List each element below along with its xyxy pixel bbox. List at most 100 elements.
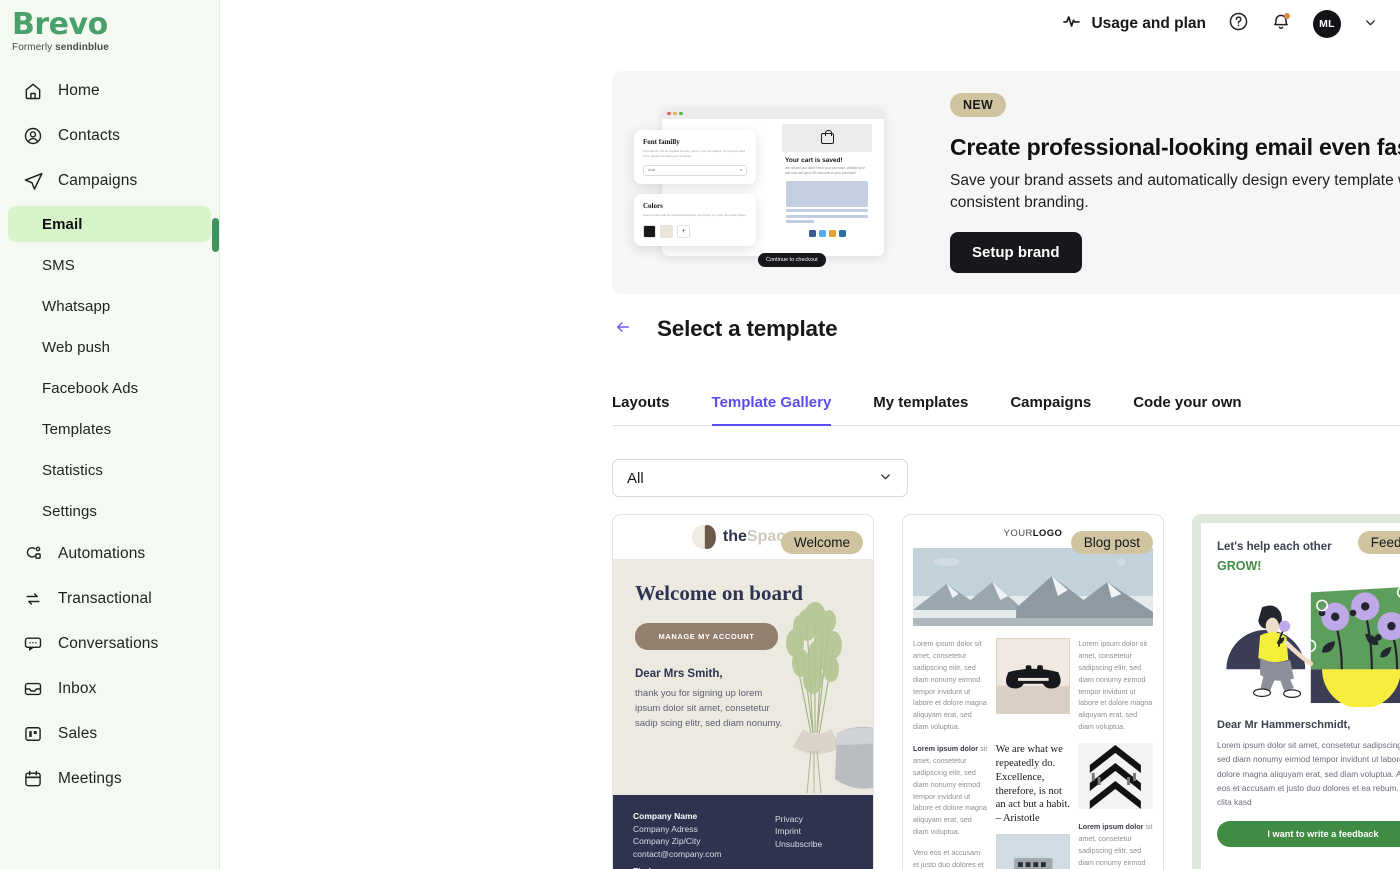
building-photo — [995, 834, 1071, 869]
template-column: Lorem ipsum dolor sit amet, consetetur s… — [913, 743, 988, 869]
brevo-logo: Brevo — [12, 7, 108, 42]
facebook-icon — [808, 230, 816, 238]
template-column-text: Lorem ipsum dolor sit amet, consetetur s… — [913, 743, 988, 838]
sidebar-item-facebook-ads[interactable]: Facebook Ads — [8, 370, 211, 406]
sidebar-item-whatsapp[interactable]: Whatsapp — [8, 288, 211, 324]
template-column: Lorem ipsum dolor sit amet, consetetur s… — [913, 638, 988, 733]
sidebar-item-inbox[interactable]: Inbox — [8, 669, 211, 709]
template-footer-links: Privacy Imprint Unsubscribe — [775, 811, 853, 869]
tab-template-gallery[interactable]: Template Gallery — [711, 388, 831, 426]
template-card-welcome[interactable]: Welcome theSpace Welcome on board MANAGE… — [612, 514, 874, 869]
sidebar-item-label: Automations — [58, 545, 146, 562]
bouquet-illustration — [786, 602, 873, 793]
illustration-email-preview: Your cart is saved! We noticed you didn'… — [782, 124, 872, 250]
sidebar-item-label: Transactional — [58, 590, 152, 607]
template-column: Lorem ipsum dolor sit amet, consetetur s… — [1078, 638, 1153, 733]
sidebar-item-campaigns[interactable]: Campaigns — [8, 161, 211, 201]
sidebar-item-transactional[interactable]: Transactional — [8, 579, 211, 619]
page-title: Select a template — [657, 316, 838, 341]
color-swatch-beige — [660, 224, 673, 238]
activity-icon — [1062, 12, 1081, 36]
sidebar-item-sales[interactable]: Sales — [8, 714, 211, 754]
moon-logo-icon — [691, 525, 716, 549]
sidebar-item-label: Settings — [42, 502, 97, 520]
template-hero-image — [913, 548, 1153, 626]
back-button[interactable] — [612, 318, 634, 340]
sidebar-item-label: Facebook Ads — [42, 379, 139, 397]
sidebar-item-label: Email — [42, 215, 83, 233]
notifications-button[interactable] — [1271, 12, 1291, 37]
sidebar-item-contacts[interactable]: Contacts — [8, 116, 211, 156]
promo-banner-text: NEW Create professional-looking email ev… — [950, 92, 1400, 273]
template-columns-row-1: Lorem ipsum dolor sit amet, consetetur s… — [903, 626, 1163, 733]
sidebar-item-web-push[interactable]: Web push — [8, 329, 211, 365]
sidebar-item-label: Meetings — [58, 770, 122, 787]
sidebar-item-conversations[interactable]: Conversations — [8, 624, 211, 664]
usage-and-plan-button[interactable]: Usage and plan — [1062, 12, 1206, 36]
template-column-lead: Lorem ipsum dolor — [913, 744, 979, 753]
brand-tagline-bold: sendinblue — [55, 42, 109, 53]
template-column-rest: sit amet, consetetur sadipscing elitr, s… — [913, 744, 988, 837]
main-content: Usage and plan ML Your cart is saved! We… — [220, 0, 1400, 869]
promo-banner-heading: Create professional-looking email even f… — [950, 133, 1400, 160]
setup-brand-button[interactable]: Setup brand — [950, 231, 1082, 273]
tab-layouts[interactable]: Layouts — [612, 388, 670, 425]
template-heading-2: GROW! — [1217, 559, 1262, 573]
sidebar-item-home[interactable]: Home — [8, 71, 211, 111]
sidebar-item-label: Sales — [58, 725, 98, 742]
promo-banner: Your cart is saved! We noticed you didn'… — [612, 71, 1400, 294]
category-filter-select[interactable]: All — [612, 459, 908, 497]
illustration-email-cta: Continue to checkout — [758, 253, 826, 267]
usage-and-plan-label: Usage and plan — [1091, 15, 1206, 32]
sidebar-item-templates[interactable]: Templates — [8, 411, 211, 447]
template-body-text: thank you for signing up lorem ipsum dol… — [635, 687, 783, 730]
sidebar-nav: Home Contacts Campaigns Email SMS Whatsa… — [0, 71, 219, 799]
new-badge: NEW — [950, 92, 1007, 117]
logo-part-r: LOGO — [1032, 528, 1063, 539]
footer-address: Company Adress — [633, 823, 698, 834]
illustration-email-line — [786, 214, 868, 218]
template-card-feedback[interactable]: Feedback Let's help each other GROW! — [1192, 514, 1400, 869]
sidebar-item-email[interactable]: Email — [8, 206, 211, 242]
sidebar-item-label: Templates — [42, 420, 112, 438]
window-dot-green — [679, 111, 683, 116]
tab-my-templates[interactable]: My templates — [873, 388, 968, 425]
window-dot-red — [667, 111, 671, 116]
logo-part-a: the — [722, 528, 747, 545]
chevron-down-icon: ▾ — [740, 168, 742, 173]
sidebar-item-settings[interactable]: Settings — [8, 493, 211, 529]
template-body-text: Lorem ipsum dolor sit amet, consetetur s… — [1217, 740, 1400, 808]
template-cta: MANAGE MY ACCOUNT — [635, 622, 778, 650]
sidebar-item-label: Home — [58, 82, 100, 99]
chevron-down-icon[interactable] — [1363, 15, 1378, 33]
campaigns-icon — [22, 170, 44, 192]
sidebar-item-automations[interactable]: Automations — [8, 534, 211, 574]
sidebar-item-label: Campaigns — [58, 172, 138, 189]
template-grid: Welcome theSpace Welcome on board MANAGE… — [612, 514, 1400, 869]
template-tabs: Layouts Template Gallery My templates Ca… — [612, 388, 1400, 426]
category-filter-value: All — [627, 469, 644, 487]
illustration-font-select-value: Arial — [648, 168, 656, 173]
active-nav-indicator — [212, 218, 219, 252]
sidebar-item-sms[interactable]: SMS — [8, 247, 211, 283]
help-button[interactable] — [1228, 11, 1249, 37]
page-header: Select a template — [612, 316, 838, 342]
sidebar: Brevo Formerly sendinblue Home Contacts — [0, 0, 220, 869]
architecture-photo — [1078, 743, 1154, 809]
brand-tagline: Formerly sendinblue — [12, 42, 219, 53]
meetings-icon — [22, 768, 44, 790]
template-card-blog-post[interactable]: Blog post YOURLOGO Lorem ipsum dolor sit… — [902, 514, 1164, 869]
illustration-colors-card-text: Saved colors will be saved and appear ev… — [643, 213, 747, 217]
sidebar-item-label: Inbox — [58, 680, 97, 697]
instagram-icon — [828, 230, 836, 238]
avatar[interactable]: ML — [1313, 10, 1341, 38]
footer-email: contact@company.com — [633, 848, 722, 859]
tab-campaigns[interactable]: Campaigns — [1010, 388, 1091, 425]
sidebar-item-statistics[interactable]: Statistics — [8, 452, 211, 488]
sidebar-item-label: Statistics — [42, 461, 104, 479]
tab-code-your-own[interactable]: Code your own — [1133, 388, 1241, 425]
home-icon — [22, 80, 44, 102]
brand-block[interactable]: Brevo Formerly sendinblue — [0, 0, 219, 54]
sidebar-item-label: Conversations — [58, 635, 159, 652]
sidebar-item-meetings[interactable]: Meetings — [8, 759, 211, 799]
